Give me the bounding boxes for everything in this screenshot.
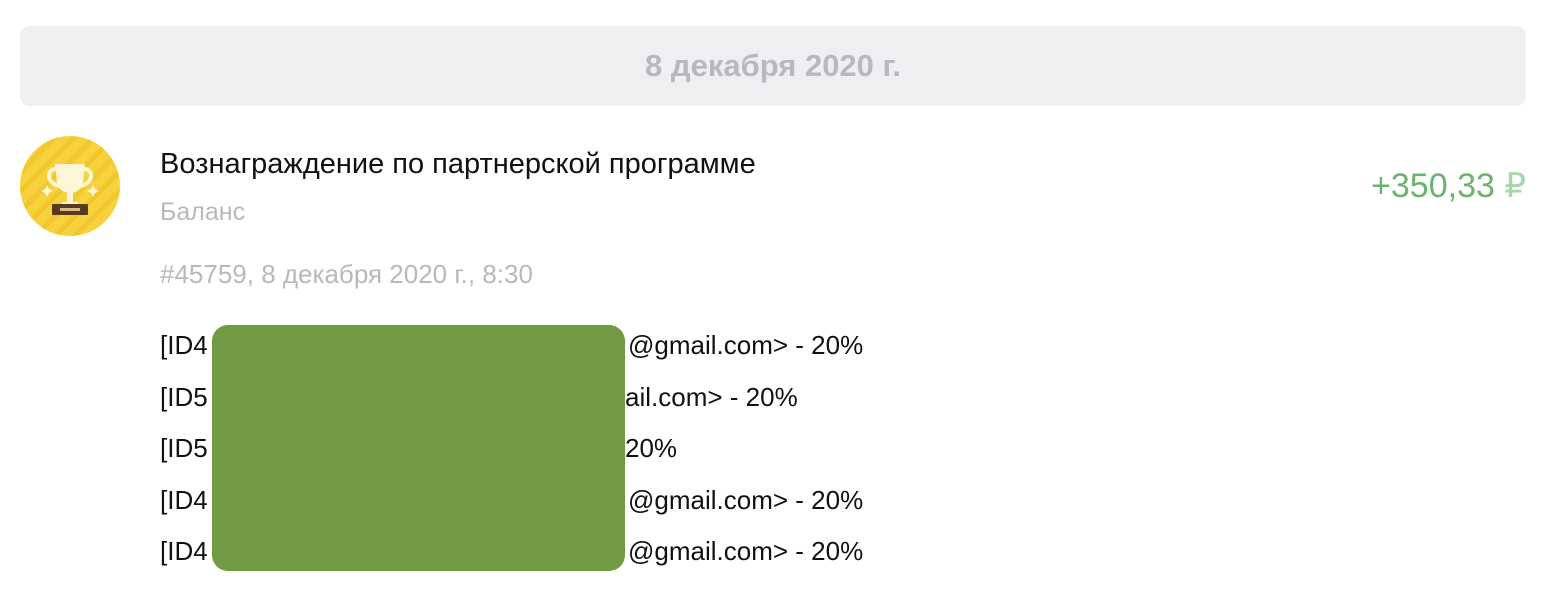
transaction-amount: +350,33 ₽ (1371, 166, 1526, 206)
redaction-block (212, 325, 625, 571)
amount-value: +350,33 (1371, 167, 1495, 205)
comment-line-end: ail.com> - 20% (625, 381, 798, 412)
comment-line-start: [ID4 (160, 536, 208, 566)
comment-line-end: @gmail.com> - 20% (628, 484, 864, 515)
comment-line-start: [ID4 (160, 330, 208, 360)
currency-symbol: ₽ (1504, 167, 1526, 205)
comment-line-start: [ID5 (160, 433, 208, 463)
transaction-page: 8 декабря 2020 г. Вознаграждение по парт… (0, 0, 1552, 592)
comment-line-start: [ID4 (160, 484, 208, 515)
transaction-meta: #45759, 8 декабря 2020 г., 8:30 (160, 259, 533, 289)
date-header: 8 декабря 2020 г. (20, 26, 1526, 106)
transaction-account: Баланс (160, 198, 246, 226)
comment-line-end: @gmail.com> - 20% (628, 536, 864, 566)
transaction-title: Вознаграждение по партнерской программе (160, 148, 756, 180)
date-header-text: 8 декабря 2020 г. (645, 48, 901, 83)
comment-line-end: @gmail.com> - 20% (628, 330, 864, 360)
trophy-icon (20, 136, 120, 236)
comment-line-start: [ID5 (160, 381, 208, 412)
comment-line-end: 20% (625, 433, 678, 463)
